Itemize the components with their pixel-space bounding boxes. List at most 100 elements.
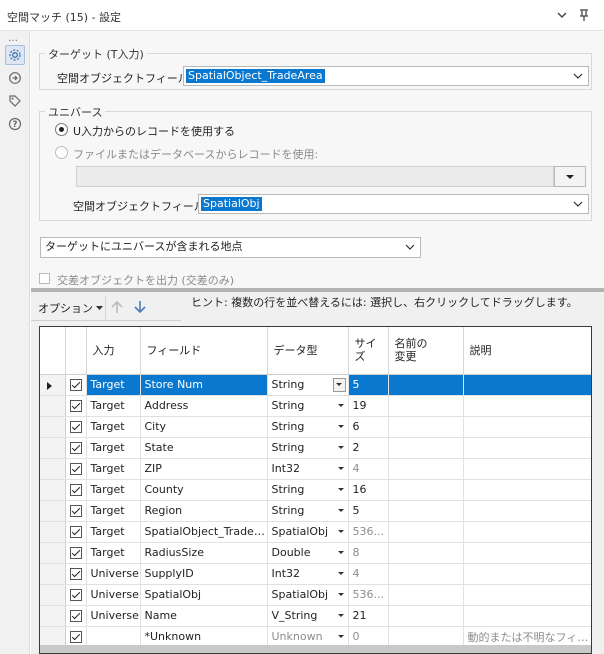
cell-rename[interactable] [388, 416, 464, 438]
cell-field[interactable]: RadiusSize [140, 542, 268, 564]
cell-field[interactable]: State [140, 437, 268, 459]
row-select-cell[interactable] [65, 584, 87, 606]
row-select-cell[interactable] [65, 500, 87, 522]
table-row[interactable]: Universe Name V_String 21 [40, 605, 591, 627]
row-select-checkbox[interactable] [69, 379, 82, 391]
cell-field[interactable]: Address [140, 395, 268, 417]
cell-size[interactable]: 8 [348, 542, 389, 564]
row-select-checkbox[interactable] [69, 589, 82, 601]
cell-type[interactable]: String [267, 374, 349, 396]
cell-description[interactable] [463, 458, 591, 480]
row-select-cell[interactable] [65, 458, 87, 480]
table-row[interactable]: Target RadiusSize Double 8 [40, 542, 591, 564]
row-header[interactable] [40, 605, 66, 627]
row-header[interactable] [40, 437, 66, 459]
row-header[interactable] [40, 563, 66, 585]
cell-type[interactable]: Unknown [267, 626, 349, 648]
options-menu-button[interactable]: オプション [38, 298, 103, 318]
cell-field[interactable]: Name [140, 605, 268, 627]
cell-rename[interactable] [388, 395, 464, 417]
cell-description[interactable] [463, 500, 591, 522]
table-row[interactable]: Target Address String 19 [40, 395, 591, 417]
file-path-input[interactable] [76, 166, 554, 187]
row-select-checkbox[interactable] [69, 547, 82, 559]
cell-type[interactable]: String [267, 500, 349, 522]
row-select-cell[interactable] [65, 395, 87, 417]
cell-rename[interactable] [388, 437, 464, 459]
cell-type[interactable]: Double [267, 542, 349, 564]
cell-field[interactable]: City [140, 416, 268, 438]
cell-type[interactable]: String [267, 479, 349, 501]
radio-use-file-db[interactable] [55, 146, 68, 159]
universe-spatial-field-select[interactable]: SpatialObj [198, 194, 589, 214]
cell-description[interactable] [463, 563, 591, 585]
row-header[interactable] [40, 584, 66, 606]
cell-description[interactable] [463, 395, 591, 417]
cell-rename[interactable] [388, 374, 464, 396]
row-select-cell[interactable] [65, 416, 87, 438]
row-header[interactable] [40, 416, 66, 438]
cell-size[interactable]: 0 [348, 626, 389, 648]
cell-field[interactable]: ZIP [140, 458, 268, 480]
cell-type[interactable]: SpatialObj [267, 584, 349, 606]
row-select-cell[interactable] [65, 626, 87, 648]
cell-rename[interactable] [388, 584, 464, 606]
cell-size[interactable]: 2 [348, 437, 389, 459]
cell-rename[interactable] [388, 563, 464, 585]
row-header[interactable] [40, 458, 66, 480]
table-row[interactable]: Target City String 6 [40, 416, 591, 438]
cell-description[interactable] [463, 542, 591, 564]
help-icon[interactable]: ? [5, 114, 25, 134]
move-up-arrow-icon[interactable] [107, 297, 127, 317]
cell-rename[interactable] [388, 605, 464, 627]
row-select-checkbox[interactable] [69, 421, 82, 433]
cell-description[interactable] [463, 437, 591, 459]
row-select-checkbox[interactable] [69, 568, 82, 580]
match-type-select[interactable]: ターゲットにユニバースが含まれる地点 [40, 237, 421, 258]
cell-rename[interactable] [388, 626, 464, 648]
cell-type[interactable]: String [267, 437, 349, 459]
table-row[interactable]: Universe SupplyID Int32 4 [40, 563, 591, 585]
cell-type[interactable]: Int32 [267, 563, 349, 585]
cell-description[interactable] [463, 521, 591, 543]
cell-size[interactable]: 5 [348, 374, 389, 396]
header-size[interactable]: サイ ズ [348, 327, 389, 375]
row-select-cell[interactable] [65, 521, 87, 543]
cell-rename[interactable] [388, 458, 464, 480]
cell-description[interactable] [463, 479, 591, 501]
cell-type[interactable]: String [267, 395, 349, 417]
cell-size[interactable]: 16 [348, 479, 389, 501]
cell-size[interactable]: 536... [348, 521, 389, 543]
row-header[interactable] [40, 521, 66, 543]
row-select-checkbox[interactable] [69, 400, 82, 412]
cell-rename[interactable] [388, 521, 464, 543]
cell-description[interactable] [463, 605, 591, 627]
cell-type[interactable]: Int32 [267, 458, 349, 480]
cell-size[interactable]: 4 [348, 563, 389, 585]
table-row[interactable]: Target County String 16 [40, 479, 591, 501]
row-header[interactable] [40, 395, 66, 417]
row-header[interactable] [40, 500, 66, 522]
pin-icon[interactable] [574, 5, 594, 25]
chevron-down-icon[interactable] [552, 5, 572, 25]
row-select-checkbox[interactable] [69, 526, 82, 538]
row-select-cell[interactable] [65, 563, 87, 585]
grid-horizontal-scrollbar[interactable] [40, 645, 591, 653]
header-rename[interactable]: 名前の 変更 [388, 327, 464, 375]
file-browse-dropdown-button[interactable] [554, 166, 586, 187]
row-select-checkbox[interactable] [69, 631, 82, 643]
cell-field[interactable]: *Unknown [140, 626, 268, 648]
cell-description[interactable]: 動的または不明なフィー... [463, 626, 591, 648]
table-row[interactable]: *Unknown Unknown 0 動的または不明なフィー... [40, 626, 591, 648]
cell-field[interactable]: Region [140, 500, 268, 522]
cell-field[interactable]: SpatialObject_TradeArea [140, 521, 268, 543]
row-select-cell[interactable] [65, 605, 87, 627]
table-row[interactable]: Target SpatialObject_TradeArea SpatialObj 5… [40, 521, 591, 543]
cell-field[interactable]: County [140, 479, 268, 501]
cell-description[interactable] [463, 416, 591, 438]
header-input[interactable]: 入力 [86, 327, 141, 375]
row-select-checkbox[interactable] [69, 463, 82, 475]
row-select-cell[interactable] [65, 542, 87, 564]
row-select-checkbox[interactable] [69, 484, 82, 496]
cell-field[interactable]: SpatialObj [140, 584, 268, 606]
